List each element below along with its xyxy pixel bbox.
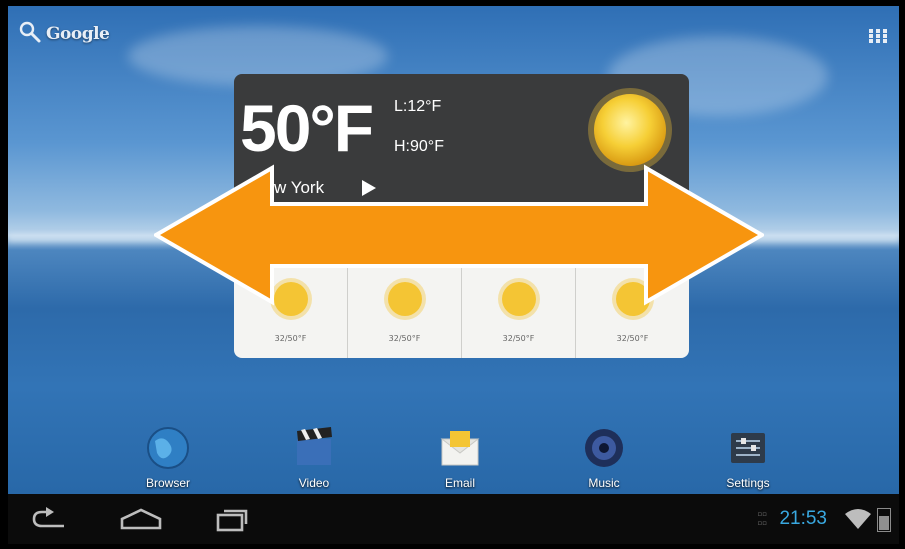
current-temperature: 50°F bbox=[240, 91, 374, 165]
dock-email[interactable]: Email bbox=[420, 424, 500, 490]
low-temperature: L:12°F bbox=[394, 98, 442, 115]
dock-video[interactable]: Video bbox=[274, 424, 354, 490]
home-screen: Google 50°F L:12°F H:90°F w York 32/50°F… bbox=[8, 6, 899, 494]
dock-label: Video bbox=[298, 476, 330, 490]
forecast-temp: 32/50°F bbox=[502, 334, 535, 343]
app-dock: Browser Video Email Music Settings bbox=[8, 416, 899, 494]
home-button[interactable] bbox=[118, 506, 164, 536]
clapperboard-icon bbox=[274, 424, 354, 472]
search-icon bbox=[18, 20, 42, 48]
speaker-icon bbox=[564, 424, 644, 472]
forecast-temp: 32/50°F bbox=[616, 334, 649, 343]
app-grid-icon bbox=[869, 29, 887, 43]
forecast-temp: 32/50°F bbox=[388, 334, 421, 343]
wifi-icon bbox=[845, 508, 871, 534]
all-apps-button[interactable] bbox=[869, 28, 887, 47]
back-icon bbox=[32, 507, 64, 528]
high-temperature: H:90°F bbox=[394, 138, 444, 155]
recent-apps-button[interactable] bbox=[212, 506, 252, 536]
dock-browser[interactable]: Browser bbox=[128, 424, 208, 490]
google-label: Google bbox=[46, 24, 110, 44]
forecast-temp: 32/50°F bbox=[274, 334, 307, 343]
dock-settings[interactable]: Settings bbox=[708, 424, 788, 490]
notification-icons[interactable]: ▫▫ ▫▫ bbox=[758, 510, 768, 528]
google-search-bar[interactable]: Google bbox=[18, 20, 110, 48]
battery-icon bbox=[877, 508, 891, 532]
envelope-icon bbox=[420, 424, 500, 472]
dock-label: Browser bbox=[145, 476, 190, 490]
system-navigation-bar: ▫▫ ▫▫ 21:53 bbox=[8, 494, 899, 544]
swipe-arrow-icon bbox=[152, 164, 766, 310]
recent-apps-icon bbox=[216, 509, 248, 532]
back-button[interactable] bbox=[30, 506, 70, 536]
screenshot-frame: Google 50°F L:12°F H:90°F w York 32/50°F… bbox=[0, 0, 905, 549]
dock-music[interactable]: Music bbox=[564, 424, 644, 490]
dock-label: Music bbox=[588, 476, 620, 490]
home-icon bbox=[120, 508, 162, 530]
settings-icon bbox=[708, 424, 788, 472]
status-clock[interactable]: 21:53 bbox=[779, 508, 827, 530]
dock-label: Email bbox=[444, 476, 475, 490]
dock-label: Settings bbox=[726, 476, 770, 490]
globe-icon bbox=[128, 424, 208, 472]
